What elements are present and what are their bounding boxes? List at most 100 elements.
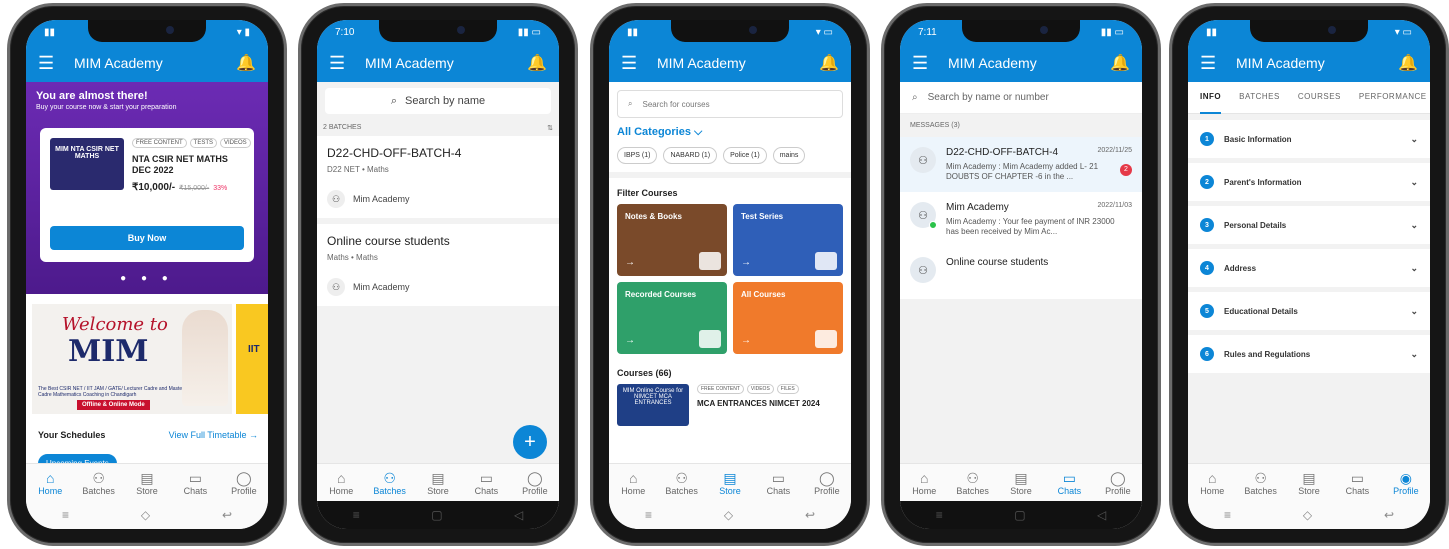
section-educational-details[interactable]: 5 Educational Details ⌄ <box>1188 292 1430 330</box>
chat-item[interactable]: ⚇ Mim Academy 2022/11/03 Mim Academy : Yo… <box>900 192 1142 247</box>
tab-home[interactable]: ⌂ Home <box>1188 464 1236 501</box>
back-icon[interactable]: ◁ <box>514 508 523 522</box>
tab-home[interactable]: ⌂ Home <box>317 464 365 501</box>
tile-test-series[interactable]: Test Series → <box>733 204 843 276</box>
recents-icon[interactable]: ≡ <box>353 508 360 522</box>
bell-icon[interactable]: 🔔 <box>1398 53 1418 73</box>
home-nav-icon[interactable]: ▢ <box>1014 508 1025 522</box>
category-chip[interactable]: NABARD (1) <box>663 147 718 164</box>
batches-count-row: 2 BATCHES ⇅ <box>317 120 559 136</box>
tab-profile[interactable]: ◯ Profile <box>803 464 851 501</box>
add-button[interactable]: + <box>513 425 547 459</box>
tab-home[interactable]: ⌂ Home <box>609 464 657 501</box>
recents-icon[interactable]: ≡ <box>62 508 69 522</box>
tab-store[interactable]: ▤ Store <box>123 464 171 501</box>
recents-icon[interactable]: ≡ <box>1224 508 1231 522</box>
chat-item[interactable]: ⚇ D22-CHD-OFF-BATCH-4 2022/11/25 Mim Acad… <box>900 137 1142 192</box>
menu-icon[interactable]: ☰ <box>329 53 359 74</box>
back-icon[interactable]: ↩ <box>1384 508 1394 522</box>
menu-icon[interactable]: ☰ <box>38 53 68 74</box>
section-personal-details[interactable]: 3 Personal Details ⌄ <box>1188 206 1430 244</box>
tab-home[interactable]: ⌂ Home <box>900 464 948 501</box>
menu-icon[interactable]: ☰ <box>912 53 942 74</box>
chat-icon: ▭ <box>188 469 203 486</box>
tile-recorded-courses[interactable]: Recorded Courses → <box>617 282 727 354</box>
tab-store[interactable]: ▤ Store <box>1285 464 1333 501</box>
tab-courses[interactable]: COURSES <box>1298 92 1341 113</box>
tab-store[interactable]: ▤ Store <box>706 464 754 501</box>
bell-icon[interactable]: 🔔 <box>819 53 839 73</box>
tile-notes-books[interactable]: Notes & Books → <box>617 204 727 276</box>
discount: 33% <box>213 185 228 192</box>
category-chip[interactable]: Police (1) <box>723 147 767 164</box>
home-nav-icon[interactable]: ◇ <box>724 508 733 522</box>
tab-performance[interactable]: PERFORMANCE <box>1359 92 1427 113</box>
tab-profile[interactable]: ◯ Profile <box>220 464 268 501</box>
profile-icon: ◯ <box>1109 469 1126 486</box>
stage: ▮▮ ▾ ▮ ☰ MIM Academy 🔔 You are almost the… <box>0 0 1449 549</box>
tab-home[interactable]: ⌂ Home <box>26 464 74 501</box>
tab-batches[interactable]: ⚇ Batches <box>1236 464 1284 501</box>
tab-info[interactable]: INFO <box>1200 92 1222 114</box>
chat-item[interactable]: ⚇ Online course students <box>900 247 1142 299</box>
search-placeholder: Search for courses <box>642 99 710 109</box>
tab-chats[interactable]: ▭ Chats <box>462 464 510 501</box>
bottom-tabbar: ⌂ Home ⚇ Batches ▤ Store ▭ Chats ◉ Profile <box>1188 463 1430 501</box>
menu-icon[interactable]: ☰ <box>1200 53 1230 74</box>
tab-chats[interactable]: ▭ Chats <box>1333 464 1381 501</box>
tab-batches-profile[interactable]: BATCHES <box>1239 92 1280 113</box>
home-nav-icon[interactable]: ◇ <box>1303 508 1312 522</box>
section-address[interactable]: 4 Address ⌄ <box>1188 249 1430 287</box>
category-chip[interactable]: IBPS (1) <box>617 147 658 164</box>
tab-profile[interactable]: ◯ Profile <box>1094 464 1142 501</box>
tab-store[interactable]: ▤ Store <box>997 464 1045 501</box>
second-banner[interactable]: IIT <box>236 304 268 414</box>
search-input[interactable]: ⌕ Search by name <box>325 88 551 114</box>
back-icon[interactable]: ↩ <box>222 508 232 522</box>
view-timetable-link[interactable]: View Full Timetable → <box>169 430 258 440</box>
tab-chats[interactable]: ▭ Chats <box>1045 464 1093 501</box>
tab-profile[interactable]: ◉ Profile <box>1382 464 1430 501</box>
section-rules-regulations[interactable]: 6 Rules and Regulations ⌄ <box>1188 335 1430 373</box>
bottom-tabbar: ⌂ Home ⚇ Batches ▤ Store ▭ Chats ◯ Profile <box>317 463 559 501</box>
section-basic-information[interactable]: 1 Basic Information ⌄ <box>1188 120 1430 158</box>
tab-batches[interactable]: ⚇ Batches <box>657 464 705 501</box>
section-parents-information[interactable]: 2 Parent's Information ⌄ <box>1188 163 1430 201</box>
back-icon[interactable]: ↩ <box>805 508 815 522</box>
hero-subtitle: Buy your course now & start your prepara… <box>36 104 177 111</box>
tab-chats[interactable]: ▭ Chats <box>171 464 219 501</box>
tab-batches[interactable]: ⚇ Batches <box>365 464 413 501</box>
tile-all-courses[interactable]: All Courses → <box>733 282 843 354</box>
course-row[interactable]: MIM Online Course for NIMCET MCA ENTRANC… <box>609 384 851 426</box>
tab-batches[interactable]: ⚇ Batches <box>948 464 996 501</box>
old-price: ₹15,000/- <box>179 185 210 192</box>
tab-chats[interactable]: ▭ Chats <box>754 464 802 501</box>
bell-icon[interactable]: 🔔 <box>236 53 256 73</box>
buy-now-button[interactable]: Buy Now <box>50 226 244 250</box>
home-nav-icon[interactable]: ▢ <box>431 508 442 522</box>
arrow-icon: → <box>625 335 635 346</box>
menu-icon[interactable]: ☰ <box>621 53 651 74</box>
home-nav-icon[interactable]: ◇ <box>141 508 150 522</box>
tab-profile[interactable]: ◯ Profile <box>511 464 559 501</box>
carousel-dots[interactable]: ● ● ● <box>26 273 268 284</box>
bell-icon[interactable]: 🔔 <box>1110 53 1130 73</box>
welcome-banner[interactable]: Welcome to MIM The Best CSIR NET / IIT J… <box>32 304 232 414</box>
recents-icon[interactable]: ≡ <box>936 508 943 522</box>
category-chip[interactable]: mains <box>772 147 806 164</box>
bell-icon[interactable]: 🔔 <box>527 53 547 73</box>
back-icon[interactable]: ◁ <box>1097 508 1106 522</box>
batch-item[interactable]: Online course students Maths • Maths ⚇ Mi… <box>317 224 559 306</box>
tab-store[interactable]: ▤ Store <box>414 464 462 501</box>
step-number: 5 <box>1200 304 1214 318</box>
sort-icon[interactable]: ⇅ <box>547 124 553 132</box>
chat-name: Online course students <box>946 257 1049 268</box>
search-input[interactable]: ⌕ Search by name or number <box>900 82 1142 114</box>
course-card[interactable]: MIM NTA CSIR NET MATHS FREE CONTENT TEST… <box>40 128 254 262</box>
batch-item[interactable]: D22-CHD-OFF-BATCH-4 D22 NET • Maths ⚇ Mim… <box>317 136 559 218</box>
banner-welcome: Welcome to <box>62 314 168 335</box>
categories-dropdown[interactable]: All Categories ⌵ <box>609 126 851 139</box>
search-input[interactable]: ⌕ Search for courses <box>617 90 843 118</box>
tab-batches[interactable]: ⚇ Batches <box>74 464 122 501</box>
recents-icon[interactable]: ≡ <box>645 508 652 522</box>
